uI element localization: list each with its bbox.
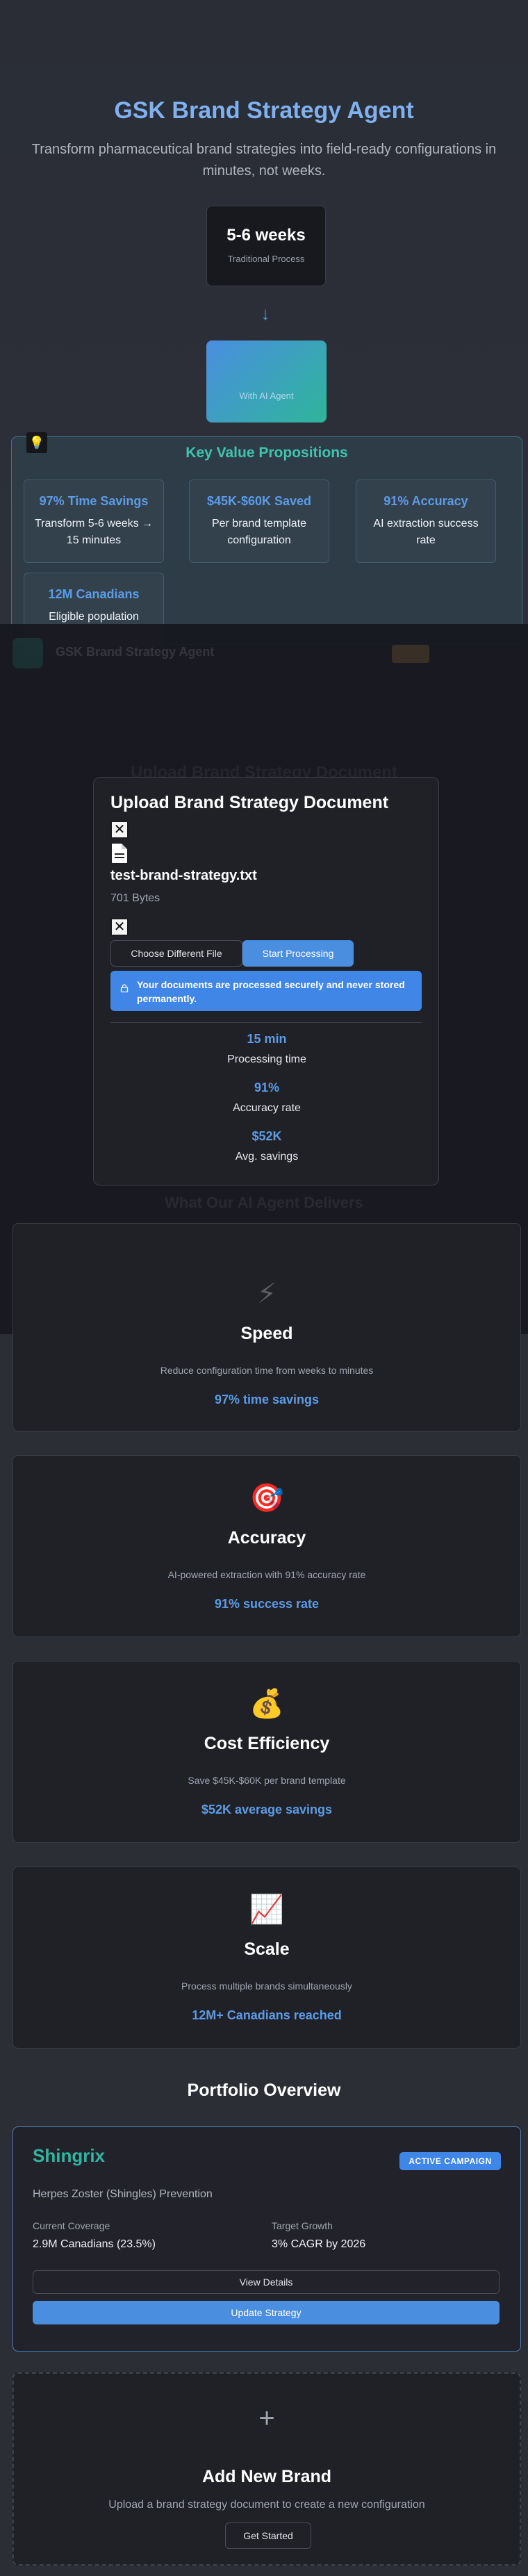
benefit-description: AI-powered extraction with 91% accuracy … — [167, 1569, 366, 1580]
benefit-card-cost-efficiency: 💰 Cost Efficiency Save $45K-$60K per bra… — [13, 1661, 521, 1843]
benefit-description: Save $45K-$60K per brand template — [188, 1775, 346, 1786]
file-name: test-brand-strategy.txt — [110, 868, 257, 883]
upload-modal: Upload Brand Strategy Document ✕ test-br… — [93, 777, 439, 1186]
value-prop-headline: 97% Time Savings — [39, 494, 149, 508]
benefit-highlight: $52K average savings — [201, 1803, 333, 1816]
growth-label: Target Growth — [272, 2220, 333, 2231]
modal-stat: $52K Avg. savings — [94, 1129, 440, 1163]
modal-title: Upload Brand Strategy Document — [110, 793, 389, 812]
modal-stat-label: Avg. savings — [235, 1151, 299, 1163]
benefit-description: Process multiple brands simultaneously — [181, 1980, 352, 1992]
value-prop-card: 91% Accuracy AI extraction success rate — [356, 479, 496, 563]
security-notice-text: Your documents are processed securely an… — [137, 979, 405, 1004]
value-prop-headline: $45K-$60K Saved — [206, 494, 312, 508]
value-propositions-title: Key Value Propositions — [185, 445, 348, 461]
close-icon[interactable]: ✕ — [110, 821, 129, 839]
value-prop-text: AI extraction success rate — [373, 518, 479, 546]
traditional-process-label: Traditional Process — [227, 254, 305, 264]
benefit-card-speed: ⚡ Speed Reduce configuration time from w… — [13, 1223, 521, 1431]
start-processing-button[interactable]: Start Processing — [242, 940, 354, 967]
modal-stat-label: Processing time — [227, 1053, 306, 1065]
plus-icon: + — [258, 2403, 275, 2434]
update-strategy-button[interactable]: Update Strategy — [33, 2301, 500, 2324]
security-notice: Your documents are processed securely an… — [110, 971, 422, 1011]
modal-stat-value: $52K — [251, 1129, 282, 1143]
file-icon — [112, 844, 127, 863]
benefit-title: Cost Efficiency — [204, 1734, 330, 1753]
benefit-title: Scale — [244, 1939, 290, 1959]
portfolio-title: Portfolio Overview — [187, 2081, 341, 2100]
chart-up-icon: 📈 — [249, 1894, 284, 1925]
modal-divider — [110, 1022, 422, 1023]
brand-card-shingrix: Shingrix ACTIVE CAMPAIGN Herpes Zoster (… — [13, 2126, 521, 2352]
traditional-process-value: 5-6 weeks — [226, 226, 306, 245]
growth-value: 3% CAGR by 2026 — [272, 2238, 366, 2250]
lock-icon — [120, 984, 129, 992]
hero-subtitle: Transform pharmaceutical brand strategie… — [31, 142, 497, 179]
modal-stat-value: 15 min — [247, 1032, 287, 1046]
value-prop-text: Eligible population — [49, 611, 139, 623]
arrow-down-icon: ↓ — [261, 303, 270, 324]
app-logo — [13, 638, 43, 668]
header-badge — [392, 645, 429, 663]
ai-agent-card: With AI Agent — [206, 341, 327, 423]
modal-stat-value: 91% — [254, 1081, 280, 1094]
modal-stat-label: Accuracy rate — [233, 1102, 301, 1114]
benefit-title: Accuracy — [227, 1528, 306, 1548]
view-details-button[interactable]: View Details — [33, 2270, 500, 2294]
brand-name: Shingrix — [33, 2145, 106, 2166]
app-name: GSK Brand Strategy Agent — [56, 645, 215, 659]
value-prop-card: 97% Time Savings Transform 5-6 weeks → 1… — [24, 479, 164, 563]
value-prop-headline: 91% Accuracy — [383, 494, 468, 508]
value-prop-headline: 12M Canadians — [48, 587, 140, 601]
modal-stat: 91% Accuracy rate — [94, 1081, 440, 1115]
background-section-subtitle: What Our AI Agent Delivers — [165, 1194, 363, 1211]
status-badge: ACTIVE CAMPAIGN — [399, 2152, 501, 2170]
benefit-card-scale: 📈 Scale Process multiple brands simultan… — [13, 1867, 521, 2049]
traditional-process-card: 5-6 weeks Traditional Process — [206, 206, 326, 286]
value-prop-text: Transform 5-6 weeks → 15 minutes — [34, 518, 154, 546]
remove-file-icon[interactable]: ✕ — [110, 918, 129, 936]
benefit-highlight: 91% success rate — [214, 1597, 320, 1611]
lightning-icon: ⚡ — [256, 1279, 277, 1309]
brand-description: Herpes Zoster (Shingles) Prevention — [33, 2188, 213, 2200]
benefit-description: Reduce configuration time from weeks to … — [160, 1365, 374, 1376]
choose-different-file-button[interactable]: Choose Different File — [110, 940, 242, 967]
benefit-highlight: 12M+ Canadians reached — [192, 2008, 342, 2022]
money-bag-icon: 💰 — [249, 1689, 284, 1719]
add-brand-title: Add New Brand — [201, 2467, 332, 2486]
coverage-value: 2.9M Canadians (23.5%) — [33, 2238, 156, 2250]
ai-agent-label: With AI Agent — [239, 391, 294, 401]
file-size: 701 Bytes — [110, 892, 160, 904]
benefit-highlight: 97% time savings — [214, 1393, 320, 1406]
modal-stat: 15 min Processing time — [94, 1032, 440, 1066]
get-started-button[interactable]: Get Started — [225, 2522, 311, 2549]
target-icon: 🎯 — [249, 1483, 284, 1513]
add-brand-description: Upload a brand strategy document to crea… — [108, 2499, 425, 2511]
value-prop-card: $45K-$60K Saved Per brand template confi… — [189, 479, 329, 563]
benefit-title: Speed — [240, 1324, 293, 1343]
add-brand-card[interactable]: + Add New Brand Upload a brand strategy … — [13, 2372, 521, 2566]
benefit-card-accuracy: 🎯 Accuracy AI-powered extraction with 91… — [13, 1455, 521, 1637]
hero-title: GSK Brand Strategy Agent — [114, 97, 414, 124]
page: GSK Brand Strategy Agent Transform pharm… — [0, 0, 528, 2576]
value-prop-text: Per brand template configuration — [211, 518, 307, 546]
coverage-label: Current Coverage — [33, 2220, 110, 2231]
